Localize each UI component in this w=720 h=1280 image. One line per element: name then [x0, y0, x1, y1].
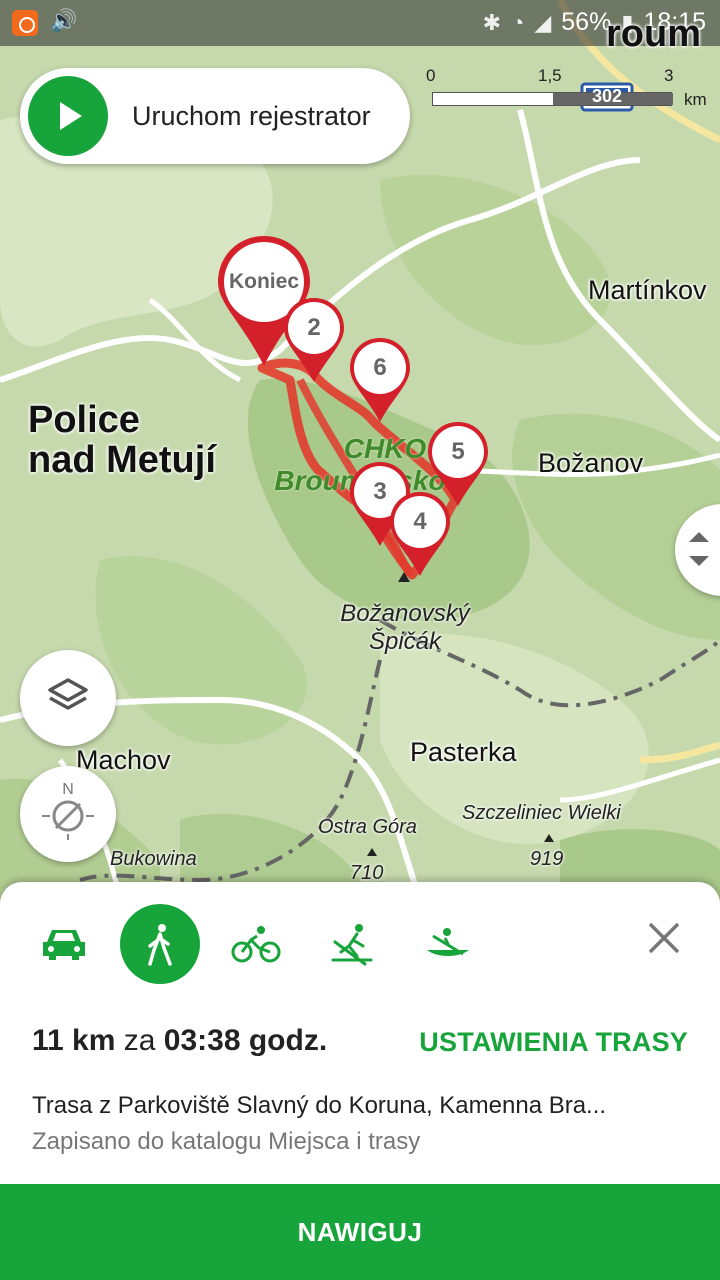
- car-icon: [43, 930, 85, 960]
- map-label-martinkov: Martínkov: [588, 275, 707, 305]
- compass-button[interactable]: N: [20, 766, 116, 862]
- map-label-spicak: Božanovský Špičák: [340, 600, 470, 655]
- road-shield-302: 302: [591, 86, 623, 106]
- map-label-bukowina: Bukowina: [110, 848, 197, 870]
- close-icon[interactable]: [644, 918, 684, 958]
- route-summary: 11 km za 03:38 godz.: [32, 1024, 327, 1058]
- scale-tick-end: 3: [664, 66, 674, 85]
- start-recorder-button[interactable]: Uruchom rejestrator: [20, 68, 410, 164]
- mode-car-button[interactable]: [24, 904, 104, 984]
- bluetooth-icon: ✱: [482, 9, 502, 35]
- map-scale: 0 1,5 3 km: [426, 66, 720, 116]
- canoe-icon: [427, 928, 469, 956]
- scale-unit: km: [684, 90, 707, 109]
- transport-mode-bar: [0, 882, 720, 1002]
- map-label-police: Police nad Metují: [28, 399, 216, 481]
- scale-tick-mid: 1,5: [538, 66, 562, 85]
- route-za: za: [123, 1024, 156, 1057]
- svg-text:N: N: [62, 781, 74, 798]
- map-label-bozanov: Božanov: [538, 448, 644, 478]
- route-name: Trasa z Parkoviště Slavný do Koruna, Kam…: [32, 1092, 607, 1119]
- mode-bike-button[interactable]: [216, 904, 296, 984]
- recorder-label: Uruchom rejestrator: [132, 100, 371, 131]
- map-label-elevation-919: 919: [530, 848, 564, 870]
- map-label-broumov: roum: [606, 13, 701, 55]
- scale-bar: [432, 92, 673, 106]
- app-notification-icon: [12, 10, 38, 36]
- up-down-arrows-icon: [689, 532, 709, 566]
- map-label-pasterka: Pasterka: [410, 737, 517, 767]
- route-settings-link[interactable]: USTAWIENIA TRASY: [419, 1027, 688, 1058]
- map-label-ostra-gora: Ostra Góra: [318, 816, 417, 838]
- compass-icon: N: [42, 781, 94, 840]
- navigate-button[interactable]: NAWIGUJ: [0, 1184, 720, 1280]
- mode-ski-button[interactable]: [312, 904, 392, 984]
- catalog-status: Zapisano do katalogu Miejsca i trasy: [32, 1128, 421, 1155]
- route-distance: 11 km: [32, 1024, 116, 1057]
- expand-toggle-button[interactable]: [675, 504, 720, 596]
- volume-icon: 🔊: [50, 8, 78, 33]
- walk-icon: [148, 924, 172, 966]
- battery-percent: 56%: [561, 8, 612, 36]
- route-sheet: 11 km za 03:38 godz. USTAWIENIA TRASY Tr…: [0, 882, 720, 1280]
- bike-icon: [231, 926, 281, 963]
- scale-tick-0: 0: [426, 66, 436, 85]
- layers-icon: [48, 678, 88, 710]
- map-view[interactable]: 🔊 ✱ ◔ ◢ 56% ▮ 18:15 roum Uruchom rejestr…: [0, 0, 720, 900]
- route-duration: 03:38 godz.: [163, 1024, 328, 1057]
- mode-walk-button[interactable]: [120, 904, 200, 984]
- signal-icon: ◢: [534, 9, 552, 35]
- map-label-szczeliniec: Szczeliniec Wielki: [462, 802, 621, 824]
- map-layers-button[interactable]: [20, 650, 116, 746]
- wifi-icon: ◔: [511, 9, 525, 35]
- mode-canoe-button[interactable]: [408, 904, 488, 984]
- ski-icon: [331, 924, 373, 966]
- play-icon: [28, 76, 108, 156]
